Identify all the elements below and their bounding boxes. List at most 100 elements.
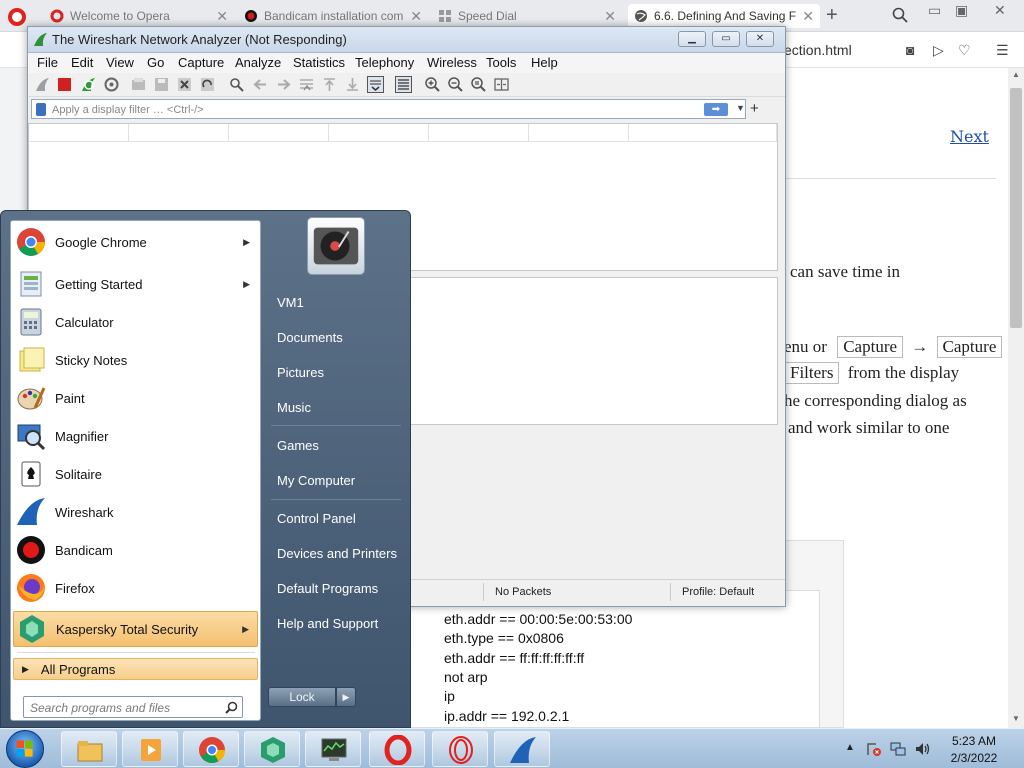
network-icon[interactable]: [890, 741, 906, 757]
default-programs-link[interactable]: Default Programs: [267, 573, 405, 603]
tab-welcome[interactable]: Welcome to Opera ✕: [44, 4, 234, 28]
scrollbar-thumb[interactable]: [1010, 88, 1022, 328]
documents-link[interactable]: Documents: [267, 322, 405, 352]
start-button[interactable]: [6, 730, 44, 768]
title-bar[interactable]: The Wireshark Network Analyzer (Not Resp…: [28, 27, 785, 53]
column-header[interactable]: [229, 124, 329, 142]
devices-printers-link[interactable]: Devices and Printers: [267, 538, 405, 568]
zoom-out-icon[interactable]: [447, 76, 464, 93]
close-tab-icon[interactable]: ✕: [802, 8, 814, 25]
go-forward-icon[interactable]: [275, 76, 292, 93]
close-tab-icon[interactable]: ✕: [604, 8, 616, 25]
search-tabs-icon[interactable]: [891, 6, 909, 24]
taskbar-wireshark[interactable]: [494, 731, 550, 767]
find-packet-icon[interactable]: [228, 76, 245, 93]
column-header[interactable]: [629, 124, 777, 142]
games-link[interactable]: Games: [267, 430, 405, 460]
lock-button[interactable]: Lock: [268, 687, 336, 707]
program-calculator[interactable]: Calculator: [13, 304, 258, 340]
show-hidden-icons[interactable]: ▲: [845, 742, 855, 753]
close-tab-icon[interactable]: ✕: [216, 8, 228, 25]
taskbar-media-player[interactable]: [122, 731, 178, 767]
help-support-link[interactable]: Help and Support: [267, 608, 405, 638]
reload-file-icon[interactable]: [199, 76, 216, 93]
tab-speed-dial[interactable]: Speed Dial ✕: [432, 4, 622, 28]
column-header[interactable]: [529, 124, 629, 142]
close-button[interactable]: ✕: [746, 31, 774, 47]
scroll-down-icon[interactable]: ▼: [1010, 714, 1022, 723]
program-solitaire[interactable]: Solitaire: [13, 456, 258, 492]
menu-edit[interactable]: Edit: [71, 55, 93, 70]
taskbar-file-explorer[interactable]: [61, 731, 117, 767]
search-box[interactable]: [23, 696, 243, 718]
resize-columns-icon[interactable]: [493, 76, 510, 93]
column-header[interactable]: [129, 124, 229, 142]
shutdown-options-arrow-icon[interactable]: ▶: [336, 687, 356, 707]
program-bandicam[interactable]: Bandicam: [13, 532, 258, 568]
colorize-icon[interactable]: [395, 76, 412, 93]
chevron-down-icon[interactable]: ▼: [736, 103, 745, 113]
menu-view[interactable]: View: [106, 55, 134, 70]
taskbar-network-monitor[interactable]: [305, 731, 361, 767]
pictures-link[interactable]: Pictures: [267, 357, 405, 387]
user-picture[interactable]: [307, 217, 365, 275]
program-firefox[interactable]: Firefox: [13, 570, 258, 606]
save-file-icon[interactable]: [153, 76, 170, 93]
clock-time[interactable]: 5:23 AM: [944, 734, 1004, 748]
user-folder-link[interactable]: VM1: [267, 287, 405, 317]
search-icon[interactable]: [225, 701, 238, 714]
display-filter-input[interactable]: [52, 102, 692, 118]
go-to-packet-icon[interactable]: [298, 76, 315, 93]
program-paint[interactable]: Paint: [13, 380, 258, 416]
clock-date[interactable]: 2/3/2022: [944, 751, 1004, 765]
program-google-chrome[interactable]: Google Chrome ▶: [13, 224, 258, 260]
menu-help[interactable]: Help: [531, 55, 558, 70]
maximize-button[interactable]: ▭: [712, 31, 740, 47]
action-center-icon[interactable]: [866, 741, 882, 757]
scroll-up-icon[interactable]: ▲: [1010, 70, 1022, 79]
next-link[interactable]: Next: [950, 127, 989, 146]
opera-menu-icon[interactable]: [8, 8, 26, 26]
send-icon[interactable]: ▷: [933, 42, 949, 58]
last-packet-icon[interactable]: [344, 76, 361, 93]
taskbar-kaspersky[interactable]: [244, 731, 300, 767]
menu-file[interactable]: File: [37, 55, 58, 70]
tab-bandicam[interactable]: Bandicam installation com ✕: [238, 4, 428, 28]
program-sticky-notes[interactable]: Sticky Notes: [13, 342, 258, 378]
add-filter-button[interactable]: +: [750, 100, 759, 117]
zoom-in-icon[interactable]: [424, 76, 441, 93]
program-kaspersky[interactable]: Kaspersky Total Security ▶: [13, 611, 258, 647]
snapshot-icon[interactable]: ◙: [906, 42, 922, 58]
minimize-button[interactable]: ▭: [928, 2, 941, 19]
program-wireshark[interactable]: Wireshark: [13, 494, 258, 530]
start-capture-icon[interactable]: [34, 76, 51, 93]
open-file-icon[interactable]: [130, 76, 147, 93]
new-tab-button[interactable]: +: [826, 4, 838, 27]
column-header[interactable]: [429, 124, 529, 142]
profile-status[interactable]: Profile: Default: [682, 586, 754, 598]
normal-size-icon[interactable]: [470, 76, 487, 93]
stop-capture-icon[interactable]: [56, 76, 73, 93]
go-back-icon[interactable]: [252, 76, 269, 93]
minimize-button[interactable]: ▁: [678, 31, 706, 47]
program-getting-started[interactable]: Getting Started ▶: [13, 266, 258, 302]
capture-options-icon[interactable]: [103, 76, 120, 93]
column-header[interactable]: [29, 124, 129, 142]
close-tab-icon[interactable]: ✕: [410, 8, 422, 25]
menu-capture[interactable]: Capture: [178, 55, 224, 70]
music-link[interactable]: Music: [267, 392, 405, 422]
bookmark-icon[interactable]: [36, 103, 46, 116]
menu-statistics[interactable]: Statistics: [293, 55, 345, 70]
taskbar-chrome[interactable]: [183, 731, 239, 767]
easy-setup-icon[interactable]: ☰: [996, 42, 1012, 58]
tab-defining-saving-filters[interactable]: 6.6. Defining And Saving F ✕: [628, 4, 820, 28]
restart-capture-icon[interactable]: [80, 76, 97, 93]
menu-go[interactable]: Go: [147, 55, 164, 70]
control-panel-link[interactable]: Control Panel: [267, 503, 405, 533]
volume-icon[interactable]: [914, 741, 930, 757]
menu-tools[interactable]: Tools: [486, 55, 516, 70]
menu-telephony[interactable]: Telephony: [355, 55, 414, 70]
menu-wireless[interactable]: Wireless: [427, 55, 477, 70]
taskbar-opera[interactable]: [369, 731, 425, 767]
menu-analyze[interactable]: Analyze: [235, 55, 281, 70]
